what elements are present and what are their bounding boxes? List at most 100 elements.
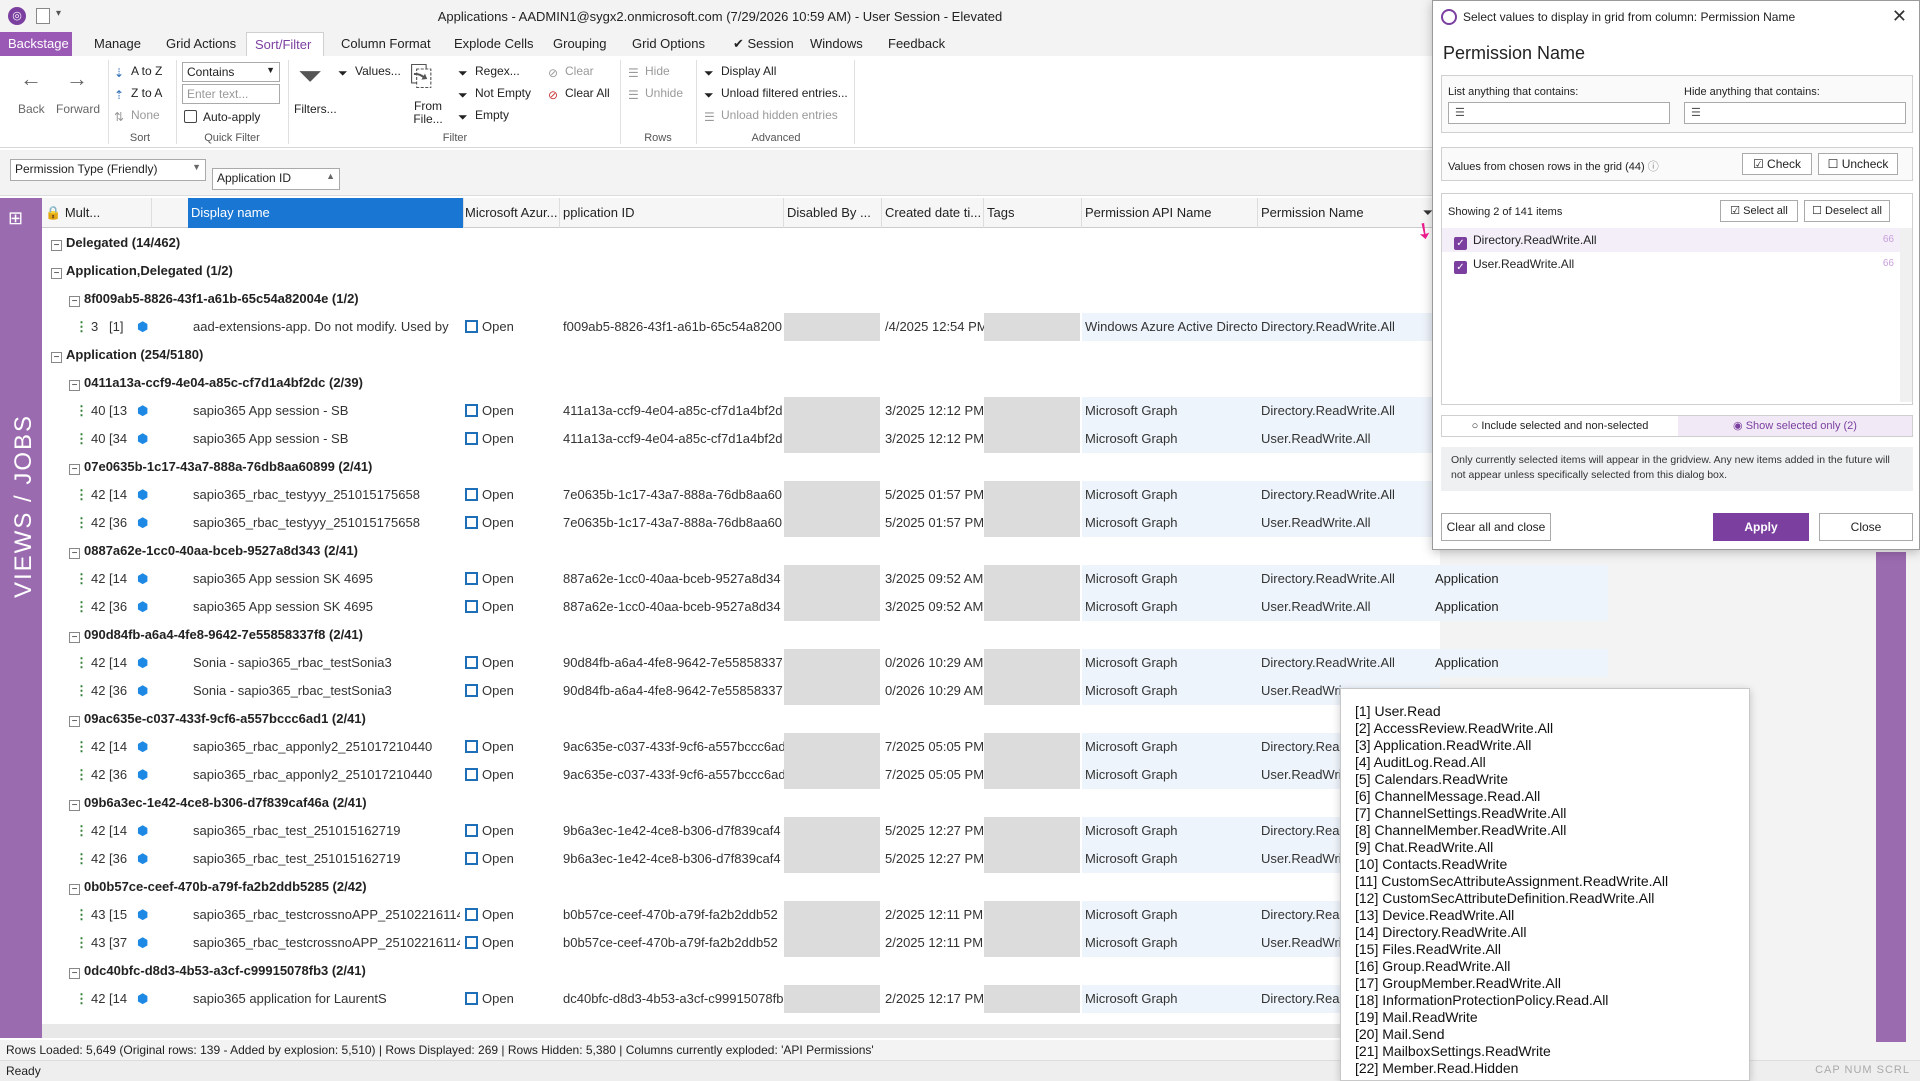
table-row[interactable]: ⋮ 42 [14 ⬢ sapio365_rbac_testyyy_25101517565…	[42, 481, 1440, 509]
group-row[interactable]: −09ac635e-c037-433f-9cf6-a557bccc6ad1 (2…	[42, 705, 1440, 733]
column-header-tags[interactable]: Tags	[984, 198, 1082, 228]
tab-manage[interactable]: Manage	[86, 32, 149, 56]
quick-filter-text-input[interactable]: Enter text...	[182, 84, 280, 104]
close-button[interactable]: Close	[1819, 513, 1913, 541]
unload-filtered-button[interactable]: ⏷ Unload filtered entries...	[704, 86, 848, 102]
forward-button[interactable]: Forward	[56, 102, 100, 116]
open-link[interactable]: Open	[462, 677, 560, 705]
column-header-permission-api-name[interactable]: Permission API Name	[1082, 198, 1258, 228]
quick-filter-operator-select[interactable]: Contains ▼	[182, 62, 280, 82]
collapse-icon[interactable]: −	[69, 464, 80, 475]
open-link[interactable]: Open	[462, 733, 560, 761]
column-header-created-date[interactable]: Created date ti...	[882, 198, 984, 228]
tab-session[interactable]: ✔ Session	[725, 32, 802, 56]
list-item[interactable]: ✓ Directory.ReadWrite.All 66	[1442, 228, 1912, 252]
horizontal-scrollbar[interactable]	[42, 1024, 1440, 1038]
open-link[interactable]: Open	[462, 481, 560, 509]
open-link[interactable]: Open	[462, 929, 560, 957]
open-link[interactable]: Open	[462, 565, 560, 593]
table-row[interactable]: ⋮ 42 [14 ⬢ Sonia - sapio365_rbac_testSonia3 O…	[42, 649, 1440, 677]
group-row[interactable]: −0dc40bfc-d8d3-4b53-a3cf-c99915078fb3 (2…	[42, 957, 1440, 985]
collapse-icon[interactable]: −	[69, 632, 80, 643]
hide-button[interactable]: ☰ Hide	[628, 64, 670, 80]
views-jobs-sidetab[interactable]: ⊞ VIEWS / JOBS	[0, 198, 42, 1038]
open-link[interactable]: Open	[462, 845, 560, 873]
group-row[interactable]: −0887a62e-1cc0-40aa-bceb-9527a8d343 (2/4…	[42, 537, 1440, 565]
group-row[interactable]: − Application (254/5180)	[42, 341, 1440, 369]
collapse-icon[interactable]: −	[69, 800, 80, 811]
group-row[interactable]: −0b0b57ce-ceef-470b-a79f-fa2b2ddb5285 (2…	[42, 873, 1440, 901]
collapse-icon[interactable]: −	[51, 352, 62, 363]
clear-all-close-button[interactable]: Clear all and close	[1441, 513, 1551, 541]
collapse-icon[interactable]: −	[51, 268, 62, 279]
sort-z-to-a-button[interactable]: ⇡ Z to A	[114, 86, 162, 102]
tab-grouping[interactable]: Grouping	[545, 32, 614, 56]
collapse-icon[interactable]: −	[69, 884, 80, 895]
open-link[interactable]: Open	[462, 985, 560, 1013]
collapse-icon[interactable]: −	[69, 716, 80, 727]
clear-button[interactable]: ⊘ Clear	[548, 64, 594, 80]
table-row[interactable]: ⋮ 42 [14 ⬢ sapio365 App session SK 4695 Open 8…	[42, 565, 1440, 593]
empty-button[interactable]: ⏷ Empty	[458, 108, 509, 124]
table-row[interactable]: ⋮ 42 [14 ⬢ sapio365 application for LaurentS…	[42, 985, 1440, 1013]
unhide-button[interactable]: ☰ Unhide	[628, 86, 683, 102]
table-row[interactable]: ⋮ 42 [36 ⬢ Sonia - sapio365_rbac_testSonia3 O…	[42, 677, 1440, 705]
table-row[interactable]: ⋮ 42 [36 ⬢ sapio365_rbac_test_251015162719 Op…	[42, 845, 1440, 873]
column-header-microsoft-azure[interactable]: Microsoft Azur...	[462, 198, 560, 228]
checkbox-checked-icon[interactable]: ✓	[1454, 237, 1467, 250]
table-row[interactable]: ⋮ 42 [36 ⬢ sapio365_rbac_testyyy_25101517565…	[42, 509, 1440, 537]
show-selected-option[interactable]: ◉ Show selected only (2)	[1678, 416, 1912, 436]
hide-contains-input[interactable]: ☰	[1684, 102, 1906, 124]
sort-a-to-z-button[interactable]: ⇣ A to Z	[114, 64, 162, 80]
values-list-scrollbar[interactable]	[1900, 228, 1912, 402]
from-file-icon[interactable]: ⎘	[410, 60, 432, 93]
tab-windows[interactable]: Windows	[802, 32, 871, 56]
table-row[interactable]: ⋮ 40 [13 ⬢ sapio365 App session - SB Open 411a…	[42, 397, 1440, 425]
group-row[interactable]: − Application,Delegated (1/2)	[42, 257, 1440, 285]
group-row[interactable]: −8f009ab5-8826-43f1-a61b-65c54a82004e (1…	[42, 285, 1440, 313]
column-header-permission-name[interactable]: Permission Name ⏷	[1258, 198, 1440, 228]
list-contains-input[interactable]: ☰	[1448, 102, 1670, 124]
open-link[interactable]: Open	[462, 397, 560, 425]
tab-backstage[interactable]: Backstage	[0, 32, 72, 56]
open-link[interactable]: Open	[462, 817, 560, 845]
open-link[interactable]: Open	[462, 509, 560, 537]
checkbox-checked-icon[interactable]: ✓	[1454, 261, 1467, 274]
open-link[interactable]: Open	[462, 901, 560, 929]
list-item[interactable]: ✓ User.ReadWrite.All 66	[1442, 252, 1912, 276]
collapse-icon[interactable]: −	[51, 240, 62, 251]
group-chip-application-id[interactable]: Application ID ▲	[212, 168, 340, 190]
right-sidetab[interactable]	[1876, 552, 1906, 1042]
back-button[interactable]: Back	[18, 102, 45, 116]
close-icon[interactable]: ✕	[1892, 6, 1907, 27]
tab-grid-actions[interactable]: Grid Actions	[158, 32, 244, 56]
regex-button[interactable]: ⏷ Regex...	[458, 64, 520, 80]
open-link[interactable]: Open	[462, 761, 560, 789]
tab-grid-options[interactable]: Grid Options	[624, 32, 713, 56]
sort-none-button[interactable]: ⇅ None	[114, 108, 160, 124]
not-empty-button[interactable]: ⏷ Not Empty	[458, 86, 531, 102]
table-row[interactable]: ⋮ 42 [36 ⬢ sapio365 App session SK 4695 Open 8…	[42, 593, 1440, 621]
open-link[interactable]: Open	[462, 313, 560, 341]
group-row[interactable]: −0411a13a-ccf9-4e04-a85c-cf7d1a4bf2dc (2…	[42, 369, 1440, 397]
column-header-disabled-by[interactable]: Disabled By ...	[784, 198, 882, 228]
include-selected-option[interactable]: ○ Include selected and non-selected	[1442, 416, 1678, 436]
tab-sort-filter[interactable]: Sort/Filter	[246, 32, 324, 56]
apply-button[interactable]: Apply	[1713, 513, 1809, 541]
forward-arrow-icon[interactable]: →	[66, 66, 88, 92]
back-arrow-icon[interactable]: ←	[20, 66, 42, 92]
uncheck-button[interactable]: ☐ Uncheck	[1818, 153, 1898, 175]
group-chip-permission-type[interactable]: Permission Type (Friendly) ▼	[10, 159, 206, 181]
collapse-icon[interactable]: −	[69, 968, 80, 979]
tab-column-format[interactable]: Column Format	[333, 32, 439, 56]
open-link[interactable]: Open	[462, 649, 560, 677]
open-link[interactable]: Open	[462, 425, 560, 453]
table-row[interactable]: ⋮ 43 [37 ⬢ sapio365_rbac_testcrossnoAPP_2510…	[42, 929, 1440, 957]
info-icon[interactable]: ⓘ	[1648, 161, 1659, 173]
check-button[interactable]: ☑ Check	[1742, 153, 1812, 175]
group-row[interactable]: − Delegated (14/462)	[42, 229, 1440, 257]
from-file-button[interactable]: From File...	[410, 100, 446, 126]
column-header-application-id[interactable]: pplication ID	[560, 198, 784, 228]
select-all-button[interactable]: ☑ Select all	[1720, 200, 1798, 222]
group-row[interactable]: −090d84fb-a6a4-4fe8-9642-7e55858337f8 (2…	[42, 621, 1440, 649]
